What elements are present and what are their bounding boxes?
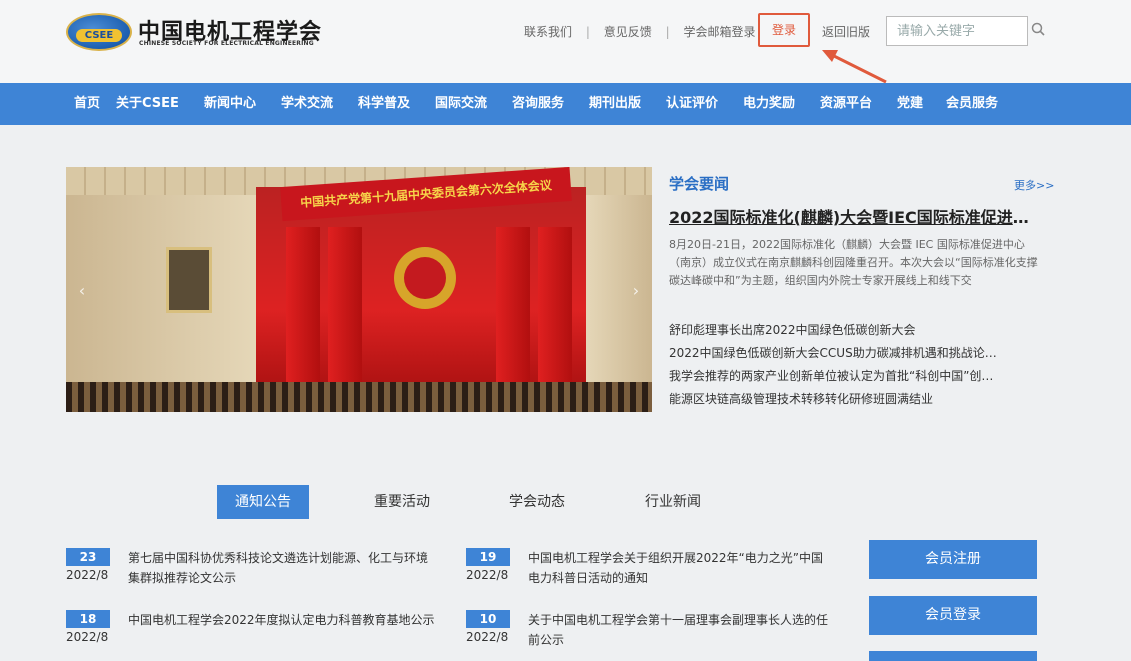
nav-international[interactable]: 国际交流 xyxy=(435,83,487,125)
notice-item[interactable]: 10 2022/8 关于中国电机工程学会第十一届理事会副理事长人选的任前公示 xyxy=(466,610,836,652)
side-button-partial[interactable] xyxy=(869,651,1037,661)
search-input[interactable] xyxy=(887,17,1025,45)
tab-notices[interactable]: 通知公告 xyxy=(217,485,309,519)
notice-text[interactable]: 第七届中国科协优秀科技论文遴选计划能源、化工与环境集群拟推荐论文公示 xyxy=(128,548,438,588)
party-emblem-icon xyxy=(394,247,456,309)
nav-journals[interactable]: 期刊出版 xyxy=(589,83,641,125)
hero-flag xyxy=(328,227,362,392)
nav-member-services[interactable]: 会员服务 xyxy=(946,83,998,125)
notice-item[interactable]: 23 2022/8 第七届中国科协优秀科技论文遴选计划能源、化工与环境集群拟推荐… xyxy=(66,548,436,590)
hero-flag xyxy=(286,227,320,392)
search-box xyxy=(886,16,1028,46)
hero-painting xyxy=(166,247,212,313)
hero-wall-left xyxy=(66,191,256,391)
main-nav: 首页 关于CSEE 新闻中心 学术交流 科学普及 国际交流 咨询服务 期刊出版 … xyxy=(0,83,1131,125)
contact-link[interactable]: 联系我们 xyxy=(524,23,572,40)
notice-month: 2022/8 xyxy=(66,630,109,644)
nav-consulting[interactable]: 咨询服务 xyxy=(512,83,564,125)
nav-awards[interactable]: 电力奖励 xyxy=(743,83,795,125)
link-separator: | xyxy=(585,25,590,39)
news-list: 舒印彪理事长出席2022中国绿色低碳创新大会 2022中国绿色低碳创新大会CCU… xyxy=(669,319,1041,411)
hero-slider[interactable]: 中国共产党第十九届中央委员会第六次全体会议 ‹ › xyxy=(66,167,652,412)
slider-prev-icon[interactable]: ‹ xyxy=(74,277,90,305)
news-summary: 8月20日-21日，2022国际标准化（麒麟）大会暨 IEC 国际标准促进中心（… xyxy=(669,238,1038,287)
notice-day: 19 xyxy=(466,548,510,566)
notice-day: 10 xyxy=(466,610,510,628)
top-links: 联系我们 | 意见反馈 | 学会邮箱登录 xyxy=(524,23,755,40)
hero-flag xyxy=(538,227,572,392)
notice-day: 23 xyxy=(66,548,110,566)
nav-academic[interactable]: 学术交流 xyxy=(281,83,333,125)
notice-day: 18 xyxy=(66,610,110,628)
news-item[interactable]: 2022中国绿色低碳创新大会CCUS助力碳减排机遇和挑战论… xyxy=(669,342,1041,365)
notice-item[interactable]: 19 2022/8 中国电机工程学会关于组织开展2022年“电力之光”中国电力科… xyxy=(466,548,836,590)
tab-events[interactable]: 重要活动 xyxy=(370,485,434,519)
nav-party[interactable]: 党建 xyxy=(897,83,923,125)
news-item[interactable]: 我学会推荐的两家产业创新单位被认定为首批“科创中国”创… xyxy=(669,365,1041,388)
notice-text[interactable]: 中国电机工程学会关于组织开展2022年“电力之光”中国电力科普日活动的通知 xyxy=(528,548,828,588)
news-heading: 学会要闻 xyxy=(669,175,730,193)
news-item[interactable]: 能源区块链高级管理技术转移转化研修班圆满结业 xyxy=(669,388,1041,411)
news-item[interactable]: 舒印彪理事长出席2022中国绿色低碳创新大会 xyxy=(669,319,1041,342)
csee-logo[interactable]: CSEE xyxy=(66,13,132,51)
notice-item[interactable]: 18 2022/8 中国电机工程学会2022年度拟认定电力科普教育基地公示 xyxy=(66,610,436,652)
nav-science[interactable]: 科学普及 xyxy=(358,83,410,125)
logo-text: CSEE xyxy=(76,29,122,42)
notice-month: 2022/8 xyxy=(66,568,109,582)
notice-text[interactable]: 中国电机工程学会2022年度拟认定电力科普教育基地公示 xyxy=(128,610,438,630)
nav-certification[interactable]: 认证评价 xyxy=(666,83,718,125)
site-subtitle: CHINESE SOCIETY FOR ELECTRICAL ENGINEERI… xyxy=(139,40,314,47)
mail-login-link[interactable]: 学会邮箱登录 xyxy=(683,23,755,40)
nav-resources[interactable]: 资源平台 xyxy=(820,83,872,125)
member-login-button[interactable]: 会员登录 xyxy=(869,596,1037,635)
feedback-link[interactable]: 意见反馈 xyxy=(604,23,652,40)
link-separator: | xyxy=(665,25,670,39)
tab-industry-news[interactable]: 行业新闻 xyxy=(641,485,705,519)
news-headline[interactable]: 2022国际标准化(麒麟)大会暨IEC国际标准促进中心… xyxy=(669,204,1039,228)
annotation-arrow-icon xyxy=(822,50,887,84)
nav-news-center[interactable]: 新闻中心 xyxy=(204,83,256,125)
slider-next-icon[interactable]: › xyxy=(628,277,644,305)
search-icon[interactable] xyxy=(1031,22,1045,36)
nav-about[interactable]: 关于CSEE xyxy=(116,83,179,125)
tab-society-news[interactable]: 学会动态 xyxy=(505,485,569,519)
nav-home[interactable]: 首页 xyxy=(74,83,100,125)
old-version-link[interactable]: 返回旧版 xyxy=(822,23,870,40)
hero-floor xyxy=(66,382,652,412)
member-register-button[interactable]: 会员注册 xyxy=(869,540,1037,579)
hero-flag xyxy=(496,227,530,392)
notice-month: 2022/8 xyxy=(466,630,509,644)
notice-text[interactable]: 关于中国电机工程学会第十一届理事会副理事长人选的任前公示 xyxy=(528,610,828,650)
notice-month: 2022/8 xyxy=(466,568,509,582)
site-header: CSEE 中国电机工程学会 CHINESE SOCIETY FOR ELECTR… xyxy=(0,0,1131,83)
login-button[interactable]: 登录 xyxy=(758,13,810,47)
news-more-link[interactable]: 更多>> xyxy=(1014,177,1054,193)
